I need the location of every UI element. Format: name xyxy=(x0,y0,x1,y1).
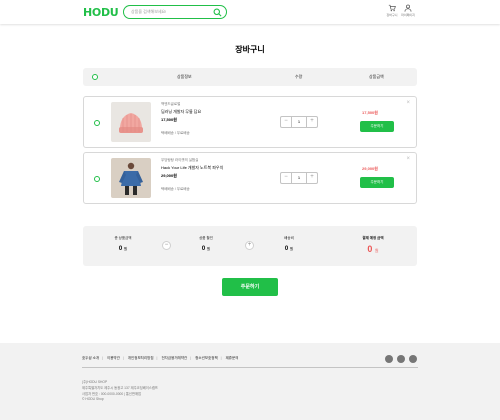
company-address: 제주특별자치도 제주시 동광고 137 제주코딩베이스캠프 xyxy=(82,386,158,390)
item-checkbox[interactable] xyxy=(94,120,100,126)
increase-button[interactable]: + xyxy=(306,173,317,183)
header-price: 상품금액 xyxy=(369,74,384,79)
footer-link[interactable]: 개인정보처리방침 xyxy=(128,356,154,360)
instagram-icon[interactable] xyxy=(385,355,393,363)
total-label: 결제 예정 금액 xyxy=(362,236,384,240)
item-total-price: 29,000원 xyxy=(362,166,378,171)
page-title: 장바구니 xyxy=(235,45,265,54)
cart-button[interactable]: 장바구니 xyxy=(384,4,400,22)
site-footer: 호두샵 소개 | 이용약관 | 개인정보처리방침 | 전자금융거래약관 | 청소년보호정… xyxy=(0,343,500,420)
shipping-fee: 배송비 0 원 xyxy=(249,226,329,266)
close-icon[interactable]: × xyxy=(406,100,410,106)
footer-link[interactable]: 이용약관 xyxy=(107,356,120,360)
subtotal-value: 0 원 xyxy=(118,246,128,252)
quantity-value: 1 xyxy=(297,175,301,180)
site-header: HODU 상품을 검색해보세요! 장바구니 마이페이지 xyxy=(0,0,500,24)
quantity-stepper: − 1 + xyxy=(280,116,318,128)
logo[interactable]: HODU xyxy=(83,6,119,19)
facebook-icon[interactable] xyxy=(397,355,405,363)
decrease-button[interactable]: − xyxy=(281,173,292,183)
product-image[interactable] xyxy=(111,102,151,142)
discount-value: 0 원 xyxy=(201,246,211,252)
cart-item: 우당탕탕 라이캣의 실험실 Hack Your Life 개발자 노트북 파우치… xyxy=(83,152,417,204)
item-total-price: 17,500원 xyxy=(362,110,378,115)
select-all-checkbox[interactable] xyxy=(92,74,98,80)
order-summary: 총 상품금액 0 원 − 상품 할인 0 원 + 배송비 0 원 결제 예정 금… xyxy=(83,226,417,266)
product-name[interactable]: 딥러닝 개발자 무릎 담요 xyxy=(161,109,201,115)
cart-item: 백엔드글로벌 딥러닝 개발자 무릎 담요 17,500원 택배배송 / 무료배송… xyxy=(83,96,417,148)
order-item-button[interactable]: 주문하기 xyxy=(360,121,394,132)
cart-label: 장바구니 xyxy=(386,13,398,17)
cart-table-header: 상품정보 수량 상품금액 xyxy=(83,68,417,86)
subtotal-label: 총 상품금액 xyxy=(114,236,132,240)
mypage-button[interactable]: 마이페이지 xyxy=(400,4,416,22)
shipping-info: 택배배송 / 무료배송 xyxy=(161,187,190,191)
footer-links: 호두샵 소개 | 이용약관 | 개인정보처리방침 | 전자금융거래약관 | 청소년보호정… xyxy=(82,356,239,360)
checkout-button[interactable]: 주문하기 xyxy=(222,278,278,296)
shipping-info: 택배배송 / 무료배송 xyxy=(161,131,190,135)
shipping-label: 배송비 xyxy=(284,236,294,240)
discount: 상품 할인 0 원 xyxy=(166,226,246,266)
quantity-value: 1 xyxy=(297,119,301,124)
seller-name: 우당탕탕 라이캣의 실험실 xyxy=(161,158,199,162)
increase-button[interactable]: + xyxy=(306,117,317,127)
total-value: 0 원 xyxy=(367,244,379,254)
product-image[interactable] xyxy=(111,158,151,198)
order-item-button[interactable]: 주문하기 xyxy=(360,177,394,188)
header-product-info: 상품정보 xyxy=(177,74,192,79)
subtotal: 총 상품금액 0 원 xyxy=(83,226,163,266)
cart-icon xyxy=(388,4,396,12)
mypage-label: 마이페이지 xyxy=(401,13,415,17)
search-icon[interactable] xyxy=(213,8,222,17)
copyright: © HODU Shop xyxy=(82,397,104,401)
youtube-icon[interactable] xyxy=(409,355,417,363)
header-quantity: 수량 xyxy=(295,74,303,79)
shipping-value: 0 원 xyxy=(284,246,294,252)
footer-divider xyxy=(82,367,418,368)
product-price: 29,000원 xyxy=(161,173,177,178)
total-payment: 결제 예정 금액 0 원 xyxy=(333,226,413,266)
company-registration: 사업자 번호 : 000-0000-0000 | 통신판매업 xyxy=(82,392,142,396)
product-price: 17,500원 xyxy=(161,117,177,122)
search-bar[interactable]: 상품을 검색해보세요! xyxy=(123,5,227,19)
seller-name: 백엔드글로벌 xyxy=(161,102,181,106)
search-input[interactable]: 상품을 검색해보세요! xyxy=(131,9,166,15)
close-icon[interactable]: × xyxy=(406,156,410,162)
footer-link[interactable]: 제휴문의 xyxy=(226,356,239,360)
decrease-button[interactable]: − xyxy=(281,117,292,127)
company-name: (주)HODU SHOP xyxy=(82,380,108,384)
discount-label: 상품 할인 xyxy=(199,236,213,240)
user-icon xyxy=(404,4,412,12)
product-name[interactable]: Hack Your Life 개발자 노트북 파우치 xyxy=(161,165,223,171)
quantity-stepper: − 1 + xyxy=(280,172,318,184)
footer-link[interactable]: 청소년보호정책 xyxy=(195,356,218,360)
footer-link[interactable]: 호두샵 소개 xyxy=(82,356,99,360)
item-checkbox[interactable] xyxy=(94,176,100,182)
footer-link[interactable]: 전자금융거래약관 xyxy=(161,356,187,360)
